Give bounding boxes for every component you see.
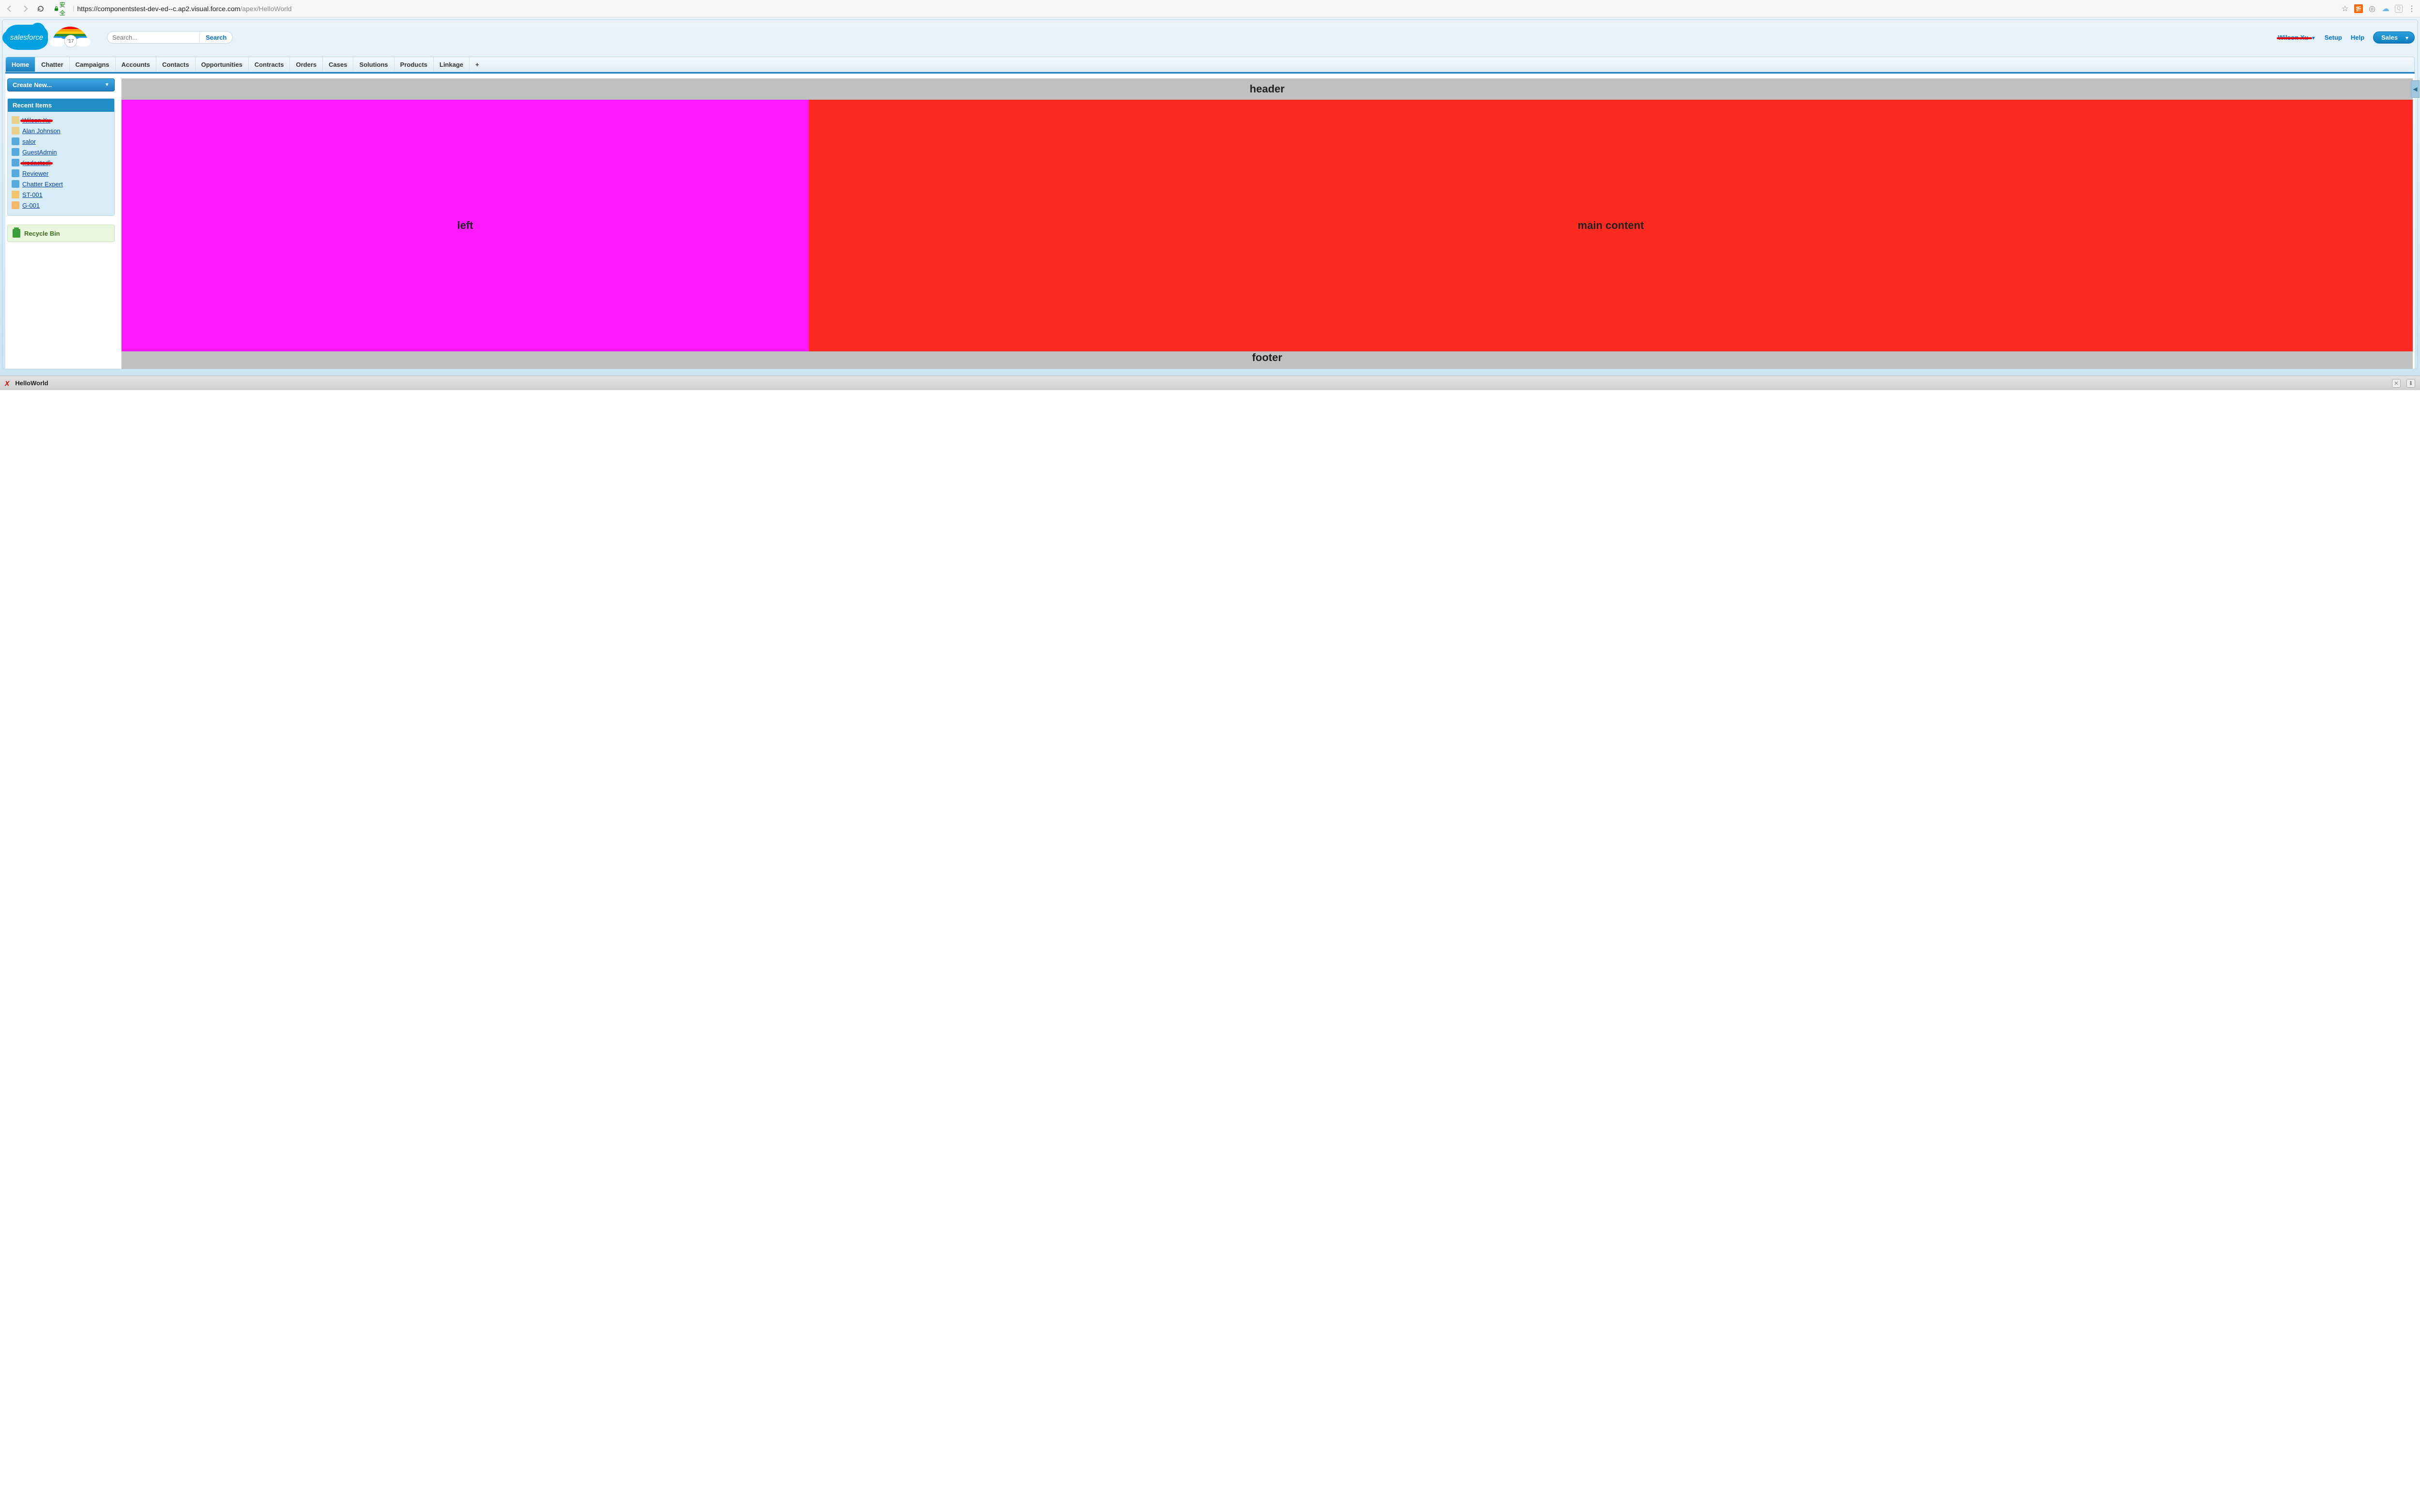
browser-toolbar: 安全 | https://componentstest-dev-ed--c.ap… <box>0 0 2420 17</box>
release-logo: '17 <box>52 27 89 48</box>
create-new-button[interactable]: Create New... ▼ <box>7 78 115 91</box>
tab-contacts[interactable]: Contacts <box>156 57 196 72</box>
browser-action-icons: ☆ 折 ◎ ☁ Q ⋮ <box>2341 4 2416 13</box>
recent-item[interactable]: Reviewer <box>11 168 111 179</box>
recent-item[interactable]: ST-001 <box>11 189 111 200</box>
extension-icon-orange[interactable]: 折 <box>2354 4 2363 13</box>
tab-solutions[interactable]: Solutions <box>353 57 394 72</box>
person-icon <box>12 180 19 188</box>
recent-items-header: Recent Items <box>8 99 114 112</box>
sidebar: Create New... ▼ Recent Items Wilson Xu Al… <box>7 78 115 369</box>
recent-item-link[interactable]: salor <box>22 138 36 145</box>
recent-item[interactable]: Alan Johnson <box>11 125 111 136</box>
recycle-bin-icon <box>13 229 20 238</box>
tab-add-button[interactable]: + <box>469 57 485 72</box>
release-badge: '17 <box>64 35 77 47</box>
extension-icon-box[interactable]: Q <box>2395 5 2403 13</box>
person-icon <box>12 159 19 166</box>
search-button[interactable]: Search <box>199 31 232 43</box>
chevron-down-icon: ▼ <box>105 82 109 88</box>
vf-header-region: header <box>121 78 2413 100</box>
person-icon <box>12 169 19 177</box>
recent-item-link[interactable]: Chatter Expert <box>22 181 63 188</box>
vf-footer-region: footer <box>121 351 2413 369</box>
secure-label: 安全 <box>60 0 70 17</box>
body: Create New... ▼ Recent Items Wilson Xu Al… <box>5 74 2415 369</box>
recent-item[interactable]: Wilson Xu <box>11 115 111 125</box>
chevron-down-icon: ▼ <box>2405 36 2409 41</box>
app-switcher-button[interactable]: Sales▼ <box>2373 31 2415 44</box>
address-bar[interactable]: 安全 | https://componentstest-dev-ed--c.ap… <box>50 2 2337 15</box>
forward-button[interactable] <box>19 3 31 15</box>
recent-item-link[interactable]: Reviewer <box>22 170 48 177</box>
url-text: https://componentstest-dev-ed--c.ap2.vis… <box>77 5 291 13</box>
star-icon[interactable]: ☆ <box>2341 4 2349 13</box>
tab-products[interactable]: Products <box>394 57 434 72</box>
recent-item[interactable]: (redacted) <box>11 157 111 168</box>
user-menu[interactable]: Wilson Xu ▼ <box>2278 34 2315 41</box>
recent-item-link[interactable]: ST-001 <box>22 191 43 198</box>
tab-home[interactable]: Home <box>6 57 35 72</box>
dev-page-name: HelloWorld <box>15 379 48 387</box>
main-content-area: header left main content footer ◀ <box>121 78 2413 369</box>
help-link[interactable]: Help <box>2351 34 2364 41</box>
sidebar-collapse-tab[interactable]: ◀ <box>2411 80 2420 98</box>
back-button[interactable] <box>4 3 15 15</box>
setup-link[interactable]: Setup <box>2325 34 2342 41</box>
recent-item[interactable]: Chatter Expert <box>11 179 111 189</box>
dev-close-icon[interactable]: ✕ <box>2392 379 2401 388</box>
recent-items-list: Wilson Xu Alan Johnson salor GuestAdmin (red… <box>8 112 114 215</box>
tab-opportunities[interactable]: Opportunities <box>196 57 249 72</box>
page-wrap: salesforce '17 Search Wilson Xu ▼ Setup … <box>0 17 2420 376</box>
tab-accounts[interactable]: Accounts <box>116 57 156 72</box>
recent-item-link[interactable]: GuestAdmin <box>22 149 57 156</box>
pencil-icon <box>12 201 19 209</box>
person-icon <box>12 148 19 156</box>
recent-item-link[interactable]: (redacted) <box>22 159 51 166</box>
global-search: Search <box>107 31 233 44</box>
recent-items-panel: Recent Items Wilson Xu Alan Johnson salor G… <box>7 98 115 216</box>
recent-item-link[interactable]: G-001 <box>22 202 40 209</box>
recent-item[interactable]: salor <box>11 136 111 147</box>
recent-item-link[interactable]: Wilson Xu <box>22 117 51 124</box>
recycle-bin-link[interactable]: Recycle Bin <box>7 225 115 242</box>
tab-linkage[interactable]: Linkage <box>434 57 469 72</box>
contact-icon <box>12 127 19 135</box>
vf-main-region: main content <box>809 100 2413 351</box>
vf-left-region: left <box>121 100 809 351</box>
browser-menu-icon[interactable]: ⋮ <box>2407 4 2416 13</box>
vf-middle-row: left main content <box>121 100 2413 351</box>
dev-save-icon[interactable]: ⬇ <box>2406 379 2415 388</box>
recent-item[interactable]: G-001 <box>11 200 111 211</box>
reload-button[interactable] <box>35 3 46 15</box>
recent-item[interactable]: GuestAdmin <box>11 147 111 157</box>
dev-mode-icon[interactable]: X <box>5 379 9 387</box>
search-input[interactable] <box>107 31 199 43</box>
tab-orders[interactable]: Orders <box>290 57 323 72</box>
extension-icon-cloud[interactable]: ☁ <box>2381 4 2390 13</box>
global-header: salesforce '17 Search Wilson Xu ▼ Setup … <box>5 23 2415 55</box>
extension-icon-spiral[interactable]: ◎ <box>2368 4 2376 13</box>
redaction-bar <box>2277 37 2312 39</box>
contact-icon <box>12 116 19 124</box>
tab-cases[interactable]: Cases <box>323 57 353 72</box>
tab-campaigns[interactable]: Campaigns <box>70 57 116 72</box>
page-inner: salesforce '17 Search Wilson Xu ▼ Setup … <box>2 19 2418 369</box>
developer-footer: X HelloWorld ✕ ⬇ <box>0 376 2420 390</box>
note-icon <box>12 191 19 198</box>
lock-icon: 安全 <box>54 5 70 13</box>
recent-item-link[interactable]: Alan Johnson <box>22 127 60 135</box>
nav-tabs: HomeChatterCampaignsAccountsContactsOppo… <box>5 57 2415 72</box>
tab-chatter[interactable]: Chatter <box>35 57 70 72</box>
tab-contracts[interactable]: Contracts <box>249 57 290 72</box>
salesforce-logo[interactable]: salesforce <box>5 25 48 50</box>
person-icon <box>12 137 19 145</box>
